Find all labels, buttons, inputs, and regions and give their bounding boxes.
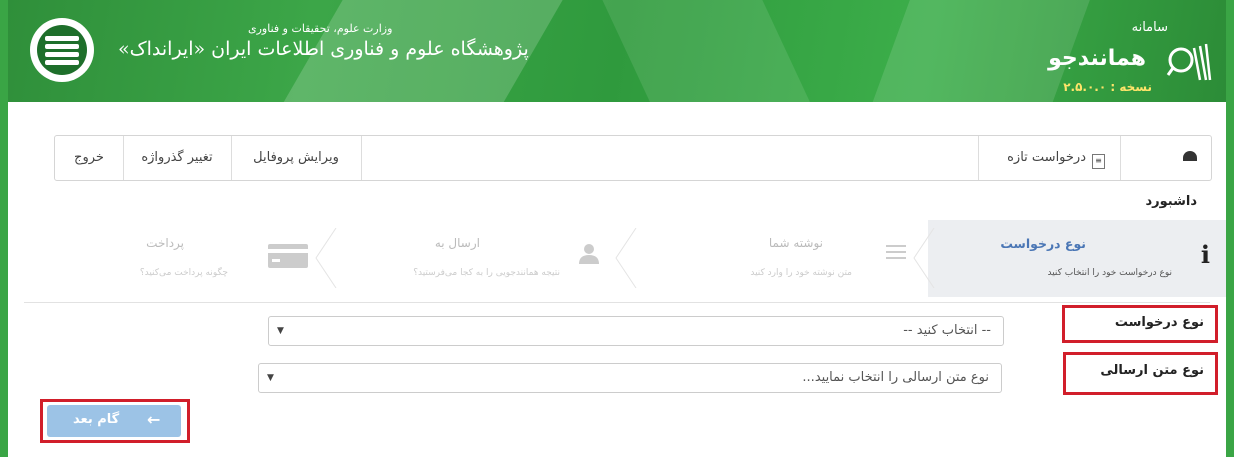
next-step-button[interactable]: گام بعد ←: [47, 405, 181, 437]
request-type-select[interactable]: -- انتخاب کنید -- ▼: [268, 316, 1004, 346]
credit-card-icon: [268, 244, 308, 268]
step-title: ارسال به: [434, 236, 480, 250]
system-title: همانندجو: [1048, 46, 1146, 71]
nav-divider: [361, 136, 362, 180]
chevron-down-icon: ▼: [277, 326, 284, 336]
chevron-down-icon: ▼: [267, 373, 274, 383]
step-request-type[interactable]: نوع درخواست نوع درخواست خود را انتخاب کن…: [928, 220, 1226, 297]
step-payment[interactable]: پرداخت چگونه پرداخت می‌کنید؟: [40, 220, 330, 297]
hamanandjoo-logo-icon[interactable]: [1166, 40, 1212, 86]
text-type-select[interactable]: نوع متن ارسالی را انتخاب نمایید... ▼: [258, 363, 1002, 393]
request-type-label: نوع درخواست: [1114, 315, 1204, 330]
ministry-name: وزارت علوم، تحقیقات و فناوری: [248, 22, 393, 35]
nav-edit-profile[interactable]: ویرایش پروفایل: [231, 136, 361, 180]
step-your-text[interactable]: نوشته شما متن نوشته خود را وارد کنید: [630, 220, 928, 297]
arrow-left-icon: ←: [147, 410, 161, 429]
irandoc-logo[interactable]: [30, 18, 94, 82]
text-type-label: نوع متن ارسالی: [1100, 363, 1204, 378]
user-icon: [579, 244, 599, 264]
step-subtitle: نتیجه همانندجویی را به کجا می‌فرستید؟: [413, 268, 560, 278]
request-type-value: -- انتخاب کنید --: [903, 323, 991, 338]
next-step-label: گام بعد: [73, 412, 120, 427]
site-header: وزارت علوم، تحقیقات و فناوری پژوهشگاه عل…: [8, 0, 1226, 102]
step-separator: [913, 228, 935, 288]
nav-divider: [231, 136, 232, 180]
nav-new-request-label: درخواست تازه: [1007, 150, 1086, 165]
wizard-steps: نوع درخواست نوع درخواست خود را انتخاب کن…: [40, 220, 1226, 297]
nav-dashboard-label: داشبورد: [1145, 194, 1197, 209]
step-subtitle: نوع درخواست خود را انتخاب کنید: [1047, 268, 1172, 278]
step-title: نوشته شما: [768, 236, 823, 250]
nav-divider: [123, 136, 124, 180]
step-subtitle: متن نوشته خود را وارد کنید: [750, 268, 852, 278]
step-send-to[interactable]: ارسال به نتیجه همانندجویی را به کجا می‌ف…: [330, 220, 630, 297]
step-title: نوع درخواست: [1000, 236, 1086, 251]
nav-change-password[interactable]: تغییر گذرواژه: [123, 136, 231, 180]
nav-divider: [1120, 136, 1121, 180]
nav-exit[interactable]: خروج: [55, 136, 123, 180]
institute-name: پژوهشگاه علوم و فناوری اطلاعات ایران «ای…: [118, 38, 529, 60]
system-label: سامانه: [1131, 20, 1168, 35]
step-separator: [615, 228, 637, 288]
dashboard-icon: [1183, 151, 1197, 161]
top-nav: داشبورد ≡ درخواست تازه ویرایش پروفایل تغی…: [54, 135, 1212, 209]
version-label: نسخه : ۲.۵.۰.۰: [1063, 80, 1152, 94]
nav-divider: [978, 136, 979, 180]
text-type-placeholder: نوع متن ارسالی را انتخاب نمایید...: [802, 370, 989, 385]
nav-new-request[interactable]: ≡ درخواست تازه: [979, 136, 1119, 180]
step-subtitle: چگونه پرداخت می‌کنید؟: [139, 268, 228, 278]
info-icon: i: [1200, 240, 1210, 269]
nav-dashboard[interactable]: داشبورد: [1121, 136, 1211, 209]
document-icon: ≡: [1092, 154, 1105, 169]
step-title: پرداخت: [146, 236, 184, 250]
text-lines-icon: [886, 245, 906, 259]
